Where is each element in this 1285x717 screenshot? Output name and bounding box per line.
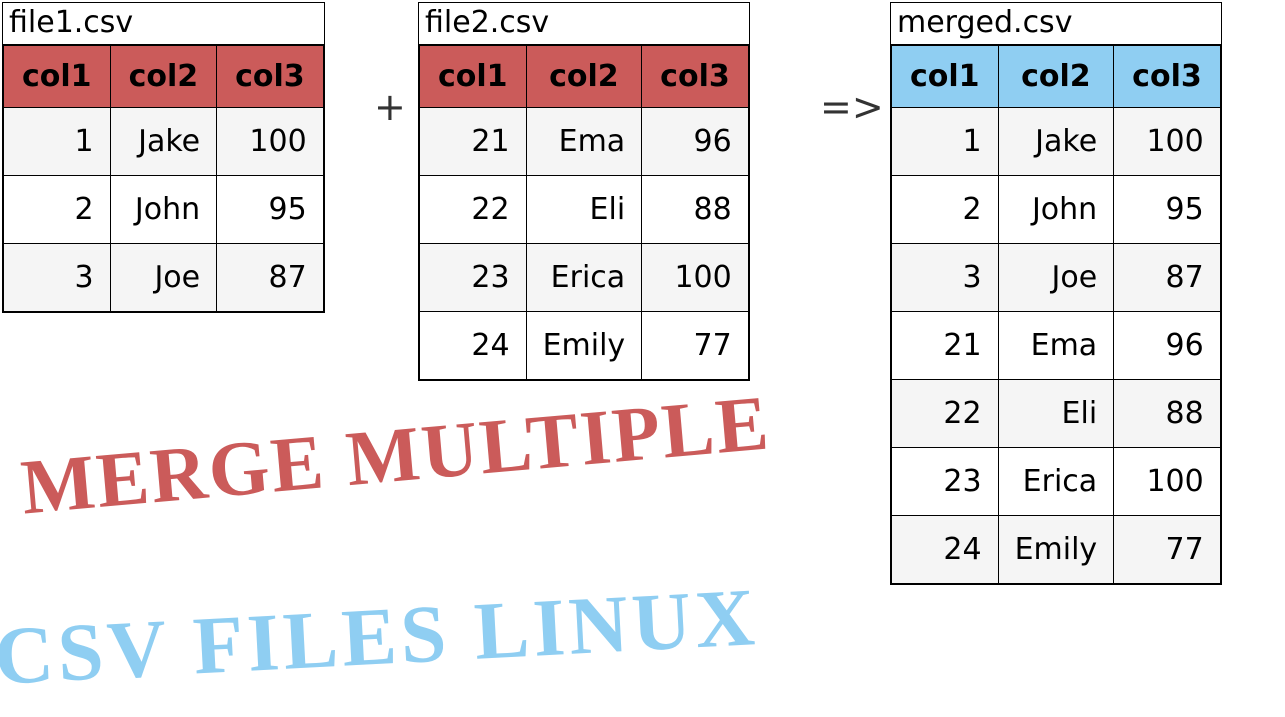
cell: 87 bbox=[217, 244, 324, 312]
cell: Joe bbox=[998, 244, 1114, 312]
cell: 1 bbox=[4, 108, 111, 176]
cell: 24 bbox=[892, 516, 999, 584]
cell: 95 bbox=[1114, 176, 1221, 244]
col-header: col1 bbox=[420, 46, 527, 108]
table-title: file2.csv bbox=[419, 3, 749, 45]
cell: Eli bbox=[998, 380, 1114, 448]
table-header-row: col1 col2 col3 bbox=[420, 46, 749, 108]
table-row: 24 Emily 77 bbox=[892, 516, 1221, 584]
cell: John bbox=[110, 176, 217, 244]
cell: 22 bbox=[420, 176, 527, 244]
cell: Jake bbox=[110, 108, 217, 176]
table-row: 3 Joe 87 bbox=[4, 244, 324, 312]
table-row: 22 Eli 88 bbox=[420, 176, 749, 244]
col-header: col3 bbox=[642, 46, 749, 108]
cell: 23 bbox=[420, 244, 527, 312]
data-table: col1 col2 col3 21 Ema 96 22 Eli 88 23 bbox=[419, 45, 749, 380]
table-title: merged.csv bbox=[891, 3, 1221, 45]
table-row: 2 John 95 bbox=[892, 176, 1221, 244]
cell: 1 bbox=[892, 108, 999, 176]
cell: Ema bbox=[526, 108, 642, 176]
cell: 77 bbox=[642, 312, 749, 380]
cell: Jake bbox=[998, 108, 1114, 176]
cell: Joe bbox=[110, 244, 217, 312]
cell: 24 bbox=[420, 312, 527, 380]
cell: Emily bbox=[998, 516, 1114, 584]
cell: 21 bbox=[892, 312, 999, 380]
cell: 87 bbox=[1114, 244, 1221, 312]
cell: 100 bbox=[1114, 108, 1221, 176]
cell: 77 bbox=[1114, 516, 1221, 584]
diagram-stage: file1.csv col1 col2 col3 1 Jake 100 2 Jo… bbox=[0, 0, 1285, 717]
cell: Ema bbox=[998, 312, 1114, 380]
table-row: 2 John 95 bbox=[4, 176, 324, 244]
table-merged: merged.csv col1 col2 col3 1 Jake 100 2 J… bbox=[890, 2, 1222, 585]
cell: John bbox=[998, 176, 1114, 244]
cell: 3 bbox=[4, 244, 111, 312]
col-header: col2 bbox=[526, 46, 642, 108]
cell: 96 bbox=[1114, 312, 1221, 380]
table-file2: file2.csv col1 col2 col3 21 Ema 96 22 El… bbox=[418, 2, 750, 381]
arrow-operator: => bbox=[820, 85, 884, 129]
cell: Erica bbox=[998, 448, 1114, 516]
cell: 21 bbox=[420, 108, 527, 176]
cell: 100 bbox=[642, 244, 749, 312]
col-header: col1 bbox=[892, 46, 999, 108]
table-row: 3 Joe 87 bbox=[892, 244, 1221, 312]
col-header: col2 bbox=[110, 46, 217, 108]
cell: 96 bbox=[642, 108, 749, 176]
cell: 22 bbox=[892, 380, 999, 448]
caption-line-2: CSV FILES LINUX bbox=[0, 570, 761, 704]
table-row: 1 Jake 100 bbox=[892, 108, 1221, 176]
data-table: col1 col2 col3 1 Jake 100 2 John 95 3 bbox=[3, 45, 324, 312]
cell: 88 bbox=[1114, 380, 1221, 448]
data-table: col1 col2 col3 1 Jake 100 2 John 95 3 bbox=[891, 45, 1221, 584]
caption-line-1: MERGE MULTIPLE bbox=[18, 377, 774, 532]
cell: 23 bbox=[892, 448, 999, 516]
table-row: 22 Eli 88 bbox=[892, 380, 1221, 448]
col-header: col3 bbox=[217, 46, 324, 108]
col-header: col2 bbox=[998, 46, 1114, 108]
cell: Erica bbox=[526, 244, 642, 312]
cell: 2 bbox=[4, 176, 111, 244]
col-header: col1 bbox=[4, 46, 111, 108]
cell: 88 bbox=[642, 176, 749, 244]
cell: 100 bbox=[217, 108, 324, 176]
cell: Eli bbox=[526, 176, 642, 244]
table-header-row: col1 col2 col3 bbox=[892, 46, 1221, 108]
table-row: 23 Erica 100 bbox=[420, 244, 749, 312]
plus-operator: + bbox=[374, 85, 406, 129]
table-title: file1.csv bbox=[3, 3, 324, 45]
table-file1: file1.csv col1 col2 col3 1 Jake 100 2 Jo… bbox=[2, 2, 325, 313]
table-row: 21 Ema 96 bbox=[420, 108, 749, 176]
cell: 3 bbox=[892, 244, 999, 312]
cell: 2 bbox=[892, 176, 999, 244]
table-row: 24 Emily 77 bbox=[420, 312, 749, 380]
table-header-row: col1 col2 col3 bbox=[4, 46, 324, 108]
col-header: col3 bbox=[1114, 46, 1221, 108]
table-row: 21 Ema 96 bbox=[892, 312, 1221, 380]
table-row: 23 Erica 100 bbox=[892, 448, 1221, 516]
cell: 100 bbox=[1114, 448, 1221, 516]
table-row: 1 Jake 100 bbox=[4, 108, 324, 176]
cell: 95 bbox=[217, 176, 324, 244]
cell: Emily bbox=[526, 312, 642, 380]
